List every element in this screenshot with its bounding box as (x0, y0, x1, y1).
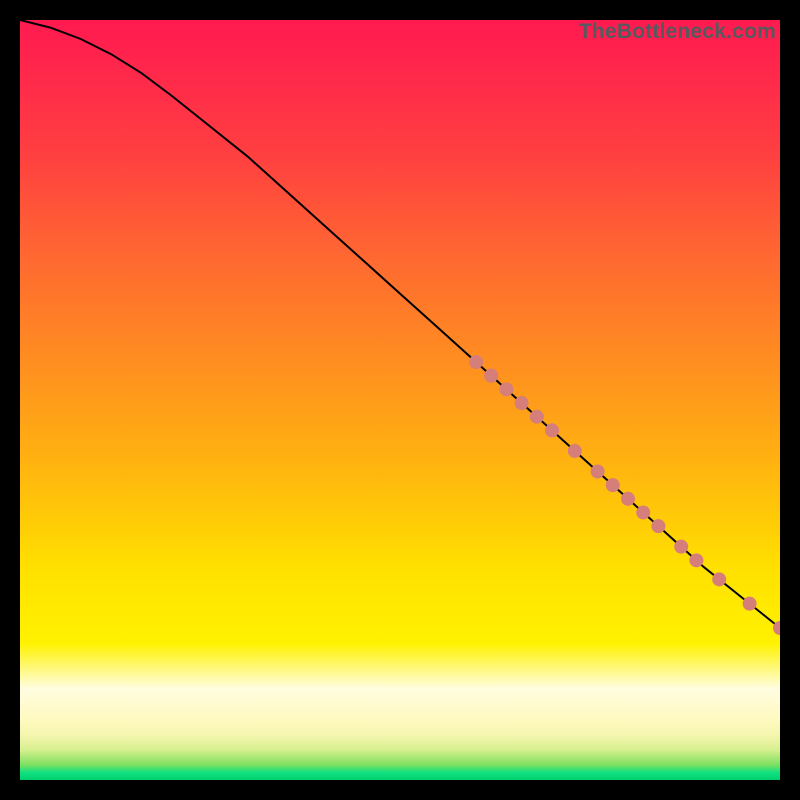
highlight-dot (674, 540, 688, 554)
curve-layer (20, 20, 780, 780)
highlight-dot (484, 369, 498, 383)
bottleneck-curve (20, 20, 780, 628)
highlight-dot (636, 505, 650, 519)
highlight-dot (499, 382, 513, 396)
highlight-dot (515, 396, 529, 410)
highlight-dot (591, 464, 605, 478)
highlight-dot (621, 492, 635, 506)
highlight-dot (469, 355, 483, 369)
highlight-dot (651, 519, 665, 533)
highlight-dot (689, 553, 703, 567)
highlight-dot (743, 597, 757, 611)
highlight-dot (530, 410, 544, 424)
highlight-dot (606, 478, 620, 492)
highlight-dot (545, 423, 559, 437)
highlight-dot (712, 572, 726, 586)
plot-area: TheBottleneck.com (20, 20, 780, 780)
highlight-dot (568, 444, 582, 458)
chart-stage: TheBottleneck.com (0, 0, 800, 800)
